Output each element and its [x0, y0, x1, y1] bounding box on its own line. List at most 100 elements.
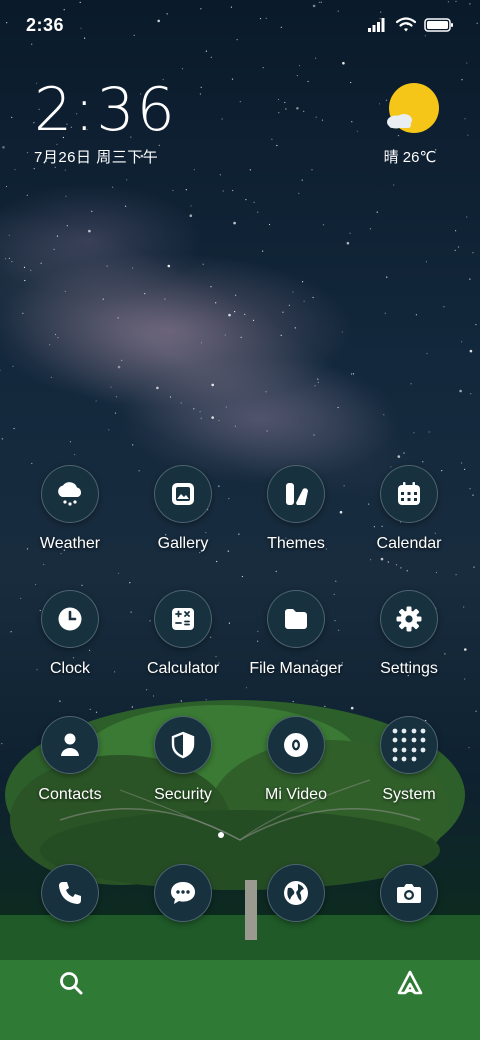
page-indicator-dot [218, 832, 224, 838]
app-weather[interactable]: Weather [11, 465, 129, 565]
star [253, 201, 255, 203]
app-calendar[interactable]: Calendar [350, 465, 468, 565]
app-label: Contacts [38, 786, 102, 803]
star [469, 278, 471, 280]
star [64, 290, 66, 292]
themes-icon [286, 483, 308, 505]
star [455, 230, 457, 232]
star [1, 438, 3, 440]
star [8, 234, 10, 236]
app-label: Themes [267, 535, 325, 552]
calendar-icon [398, 482, 420, 505]
star [144, 293, 146, 295]
app-themes[interactable]: Themes [237, 465, 355, 565]
app-icon [267, 590, 325, 648]
dock-browser[interactable] [237, 864, 355, 924]
app-icon [267, 465, 325, 523]
battery-icon [424, 18, 453, 32]
star [298, 65, 301, 67]
star [397, 455, 401, 458]
star [461, 462, 463, 464]
star [180, 402, 182, 404]
star [233, 221, 236, 225]
star [475, 324, 477, 326]
star [211, 383, 214, 387]
star [422, 461, 424, 463]
star [298, 192, 300, 194]
star [393, 184, 395, 186]
star [114, 412, 117, 414]
star [199, 93, 201, 95]
assistant-button[interactable] [390, 963, 430, 1003]
star [284, 101, 286, 104]
star [169, 396, 172, 398]
star [376, 211, 378, 213]
star [115, 396, 118, 398]
star [455, 574, 457, 576]
app-icon [380, 716, 438, 774]
app-gallery[interactable]: Gallery [124, 465, 242, 565]
star [342, 61, 345, 65]
star [457, 246, 460, 248]
app-calculator[interactable]: Calculator [124, 590, 242, 690]
app-clock[interactable]: Clock [11, 590, 129, 690]
star [314, 385, 316, 387]
star [200, 86, 202, 88]
star [461, 341, 463, 343]
star [215, 302, 217, 304]
star [466, 216, 468, 218]
star [228, 313, 231, 317]
star [231, 78, 234, 80]
star [225, 406, 227, 408]
dock-camera[interactable] [350, 864, 468, 924]
search-button[interactable] [51, 963, 91, 1003]
star [350, 81, 352, 84]
star [403, 452, 405, 454]
star [26, 152, 29, 154]
app-contacts[interactable]: Contacts [11, 716, 129, 816]
app-icon [41, 716, 99, 774]
app-icon [380, 465, 438, 523]
star [415, 314, 417, 316]
star [172, 189, 174, 192]
star [54, 333, 57, 336]
star [426, 352, 428, 355]
star [315, 57, 317, 59]
app-settings[interactable]: Settings [350, 590, 468, 690]
weather-widget[interactable]: 晴 26℃ [370, 82, 450, 167]
star [218, 419, 220, 422]
star [5, 185, 8, 188]
star [466, 62, 468, 64]
star [102, 298, 104, 300]
star [262, 67, 264, 69]
star [53, 248, 55, 250]
star [346, 241, 350, 245]
star [74, 454, 76, 456]
app-folder-system[interactable]: System [350, 716, 468, 816]
app-mi-video[interactable]: Mi Video [237, 716, 355, 816]
dock-phone[interactable] [11, 864, 129, 924]
star [265, 391, 267, 393]
star [156, 386, 159, 390]
star [232, 189, 234, 192]
star [12, 365, 14, 367]
app-label: Clock [49, 660, 90, 677]
star [245, 199, 247, 201]
star [35, 583, 37, 586]
star [199, 411, 201, 413]
dock-messages[interactable] [124, 864, 242, 924]
app-label: System [382, 786, 436, 803]
star [285, 108, 287, 110]
star [117, 317, 119, 319]
star [200, 342, 203, 344]
star [322, 224, 325, 226]
app-security[interactable]: Security [124, 716, 242, 816]
star [278, 112, 280, 114]
clock-widget[interactable]: 2:36 7月26日 周三下午 [34, 78, 177, 167]
star [266, 430, 268, 432]
star [276, 144, 278, 147]
star [240, 336, 242, 338]
star [117, 365, 121, 369]
star [57, 337, 59, 339]
app-file-manager[interactable]: File Manager [237, 590, 355, 690]
